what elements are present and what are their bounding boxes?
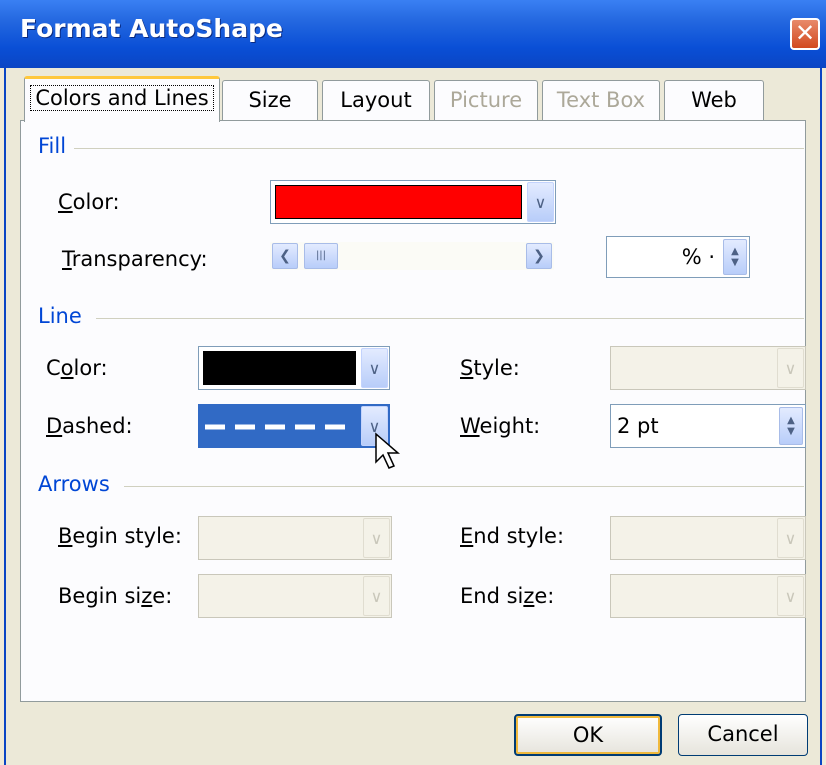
tab-label: Picture xyxy=(449,88,523,112)
tab-label: Layout xyxy=(340,88,412,112)
arrows-divider xyxy=(124,486,804,487)
begin-style-dropdown[interactable]: ∨ xyxy=(198,516,392,560)
tab-label: Colors and Lines xyxy=(30,85,214,111)
transparency-value: % · xyxy=(681,245,715,269)
style-label: Style: xyxy=(460,356,520,380)
weight-label: Weight: xyxy=(460,414,541,438)
chevron-down-icon[interactable]: ∨ xyxy=(777,576,804,616)
line-section-label: Line xyxy=(38,304,90,328)
close-button[interactable]: ✕ xyxy=(790,18,820,50)
scroll-right-icon[interactable]: ❯ xyxy=(526,243,552,269)
dash-pattern-preview xyxy=(205,424,355,430)
begin-size-dropdown[interactable]: ∨ xyxy=(198,574,392,618)
tab-colors-and-lines[interactable]: Colors and Lines xyxy=(24,76,220,122)
end-style-dropdown[interactable]: ∨ xyxy=(610,516,806,560)
window-title: Format AutoShape xyxy=(20,14,283,43)
scroll-left-icon[interactable]: ❮ xyxy=(272,243,298,269)
begin-size-label: Begin size: xyxy=(58,584,173,608)
tab-size[interactable]: Size xyxy=(222,80,318,120)
tab-web[interactable]: Web xyxy=(664,80,764,120)
chevron-down-icon[interactable]: ∨ xyxy=(363,518,390,558)
dashed-dropdown[interactable]: ∨ xyxy=(198,404,390,448)
end-size-dropdown[interactable]: ∨ xyxy=(610,574,806,618)
dashed-label: Dashed: xyxy=(46,414,133,438)
begin-style-label: Begin style: xyxy=(58,524,182,548)
tab-label: Size xyxy=(248,88,292,112)
tab-layout[interactable]: Layout xyxy=(322,80,430,120)
line-color-dropdown[interactable]: ∨ xyxy=(198,346,390,390)
weight-spinner[interactable]: ▲ ▼ xyxy=(779,407,803,445)
fill-color-swatch xyxy=(275,185,522,219)
spin-down-icon[interactable]: ▼ xyxy=(780,426,802,437)
chevron-down-icon[interactable]: ∨ xyxy=(361,348,388,388)
spin-up-icon[interactable]: ▲ xyxy=(780,415,802,426)
close-icon: ✕ xyxy=(794,19,816,47)
slider-thumb[interactable]: ||| xyxy=(304,243,338,269)
chevron-down-icon[interactable]: ∨ xyxy=(777,518,804,558)
arrows-section-label: Arrows xyxy=(38,472,118,496)
chevron-down-icon[interactable]: ∨ xyxy=(527,182,554,222)
transparency-field[interactable]: % · ▲ ▼ xyxy=(606,236,750,278)
mouse-cursor-icon xyxy=(375,432,401,469)
weight-value: 2 pt xyxy=(617,414,659,438)
end-size-label: End size: xyxy=(460,584,555,608)
spin-down-icon[interactable]: ▼ xyxy=(724,257,746,268)
line-style-dropdown[interactable]: ∨ xyxy=(610,346,806,390)
tab-label: Text Box xyxy=(556,88,646,112)
line-color-label: Color: xyxy=(46,356,108,380)
end-style-label: End style: xyxy=(460,524,565,548)
ok-button[interactable]: OK xyxy=(514,714,662,756)
chevron-down-icon[interactable]: ∨ xyxy=(363,576,390,616)
line-divider xyxy=(96,318,804,319)
fill-divider xyxy=(60,148,804,149)
fill-section-label: Fill xyxy=(38,134,75,158)
cancel-button[interactable]: Cancel xyxy=(678,714,808,756)
tab-label: Web xyxy=(691,88,737,112)
weight-field[interactable]: 2 pt ▲ ▼ xyxy=(610,404,806,448)
fill-color-dropdown[interactable]: ∨ xyxy=(270,180,556,224)
transparency-spinner[interactable]: ▲ ▼ xyxy=(723,239,747,275)
transparency-label: Transparency: xyxy=(62,247,208,271)
chevron-down-icon[interactable]: ∨ xyxy=(777,348,804,388)
spin-up-icon[interactable]: ▲ xyxy=(724,246,746,257)
tab-text-box[interactable]: Text Box xyxy=(542,80,660,120)
fill-color-label: Color: xyxy=(58,190,120,214)
line-color-swatch xyxy=(203,351,356,385)
tab-picture[interactable]: Picture xyxy=(434,80,538,120)
